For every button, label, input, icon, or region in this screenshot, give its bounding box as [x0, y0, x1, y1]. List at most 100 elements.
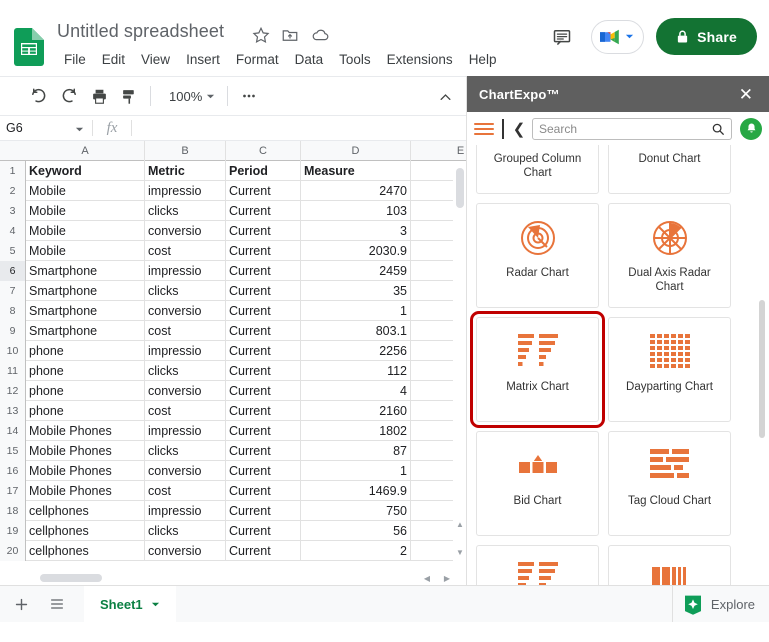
row-header-8[interactable]: 8 [0, 301, 26, 321]
grid-cell-D11[interactable]: 112 [301, 361, 411, 380]
row-header-12[interactable]: 12 [0, 381, 26, 401]
grid-cell-D16[interactable]: 1 [301, 461, 411, 480]
close-icon[interactable]: ✕ [735, 84, 757, 105]
more-options-button[interactable] [234, 82, 264, 110]
grid-cell-D17[interactable]: 1469.9 [301, 481, 411, 500]
grid-cell-D18[interactable]: 750 [301, 501, 411, 520]
google-meet-button[interactable] [591, 19, 645, 54]
grid-cell-B3[interactable]: clicks [145, 201, 226, 220]
grid-cell-D9[interactable]: 803.1 [301, 321, 411, 340]
menu-help[interactable]: Help [461, 50, 505, 69]
chart-card-dayparting-chart[interactable]: Dayparting Chart [608, 317, 731, 422]
scroll-up-arrow-icon[interactable]: ▲ [455, 519, 465, 529]
search-input[interactable] [539, 121, 711, 136]
grid-cell-B11[interactable]: clicks [145, 361, 226, 380]
chart-card-dual-axis-radar-chart[interactable]: Dual Axis Radar Chart [608, 203, 731, 308]
grid-cell-D8[interactable]: 1 [301, 301, 411, 320]
cloud-saved-icon[interactable] [311, 26, 330, 44]
column-header-d[interactable]: D [301, 141, 411, 161]
grid-cell-C11[interactable]: Current [226, 361, 301, 380]
row-header-18[interactable]: 18 [0, 501, 26, 521]
name-box[interactable]: G6 [0, 116, 92, 140]
grid-cell-A7[interactable]: Smartphone [26, 281, 145, 300]
grid-cell-B15[interactable]: clicks [145, 441, 226, 460]
grid-cell-A17[interactable]: Mobile Phones [26, 481, 145, 500]
redo-button[interactable] [54, 82, 84, 110]
grid-cell-A10[interactable]: phone [26, 341, 145, 360]
row-header-6[interactable]: 6 [0, 261, 26, 281]
row-header-3[interactable]: 3 [0, 201, 26, 221]
grid-cell-C3[interactable]: Current [226, 201, 301, 220]
row-header-17[interactable]: 17 [0, 481, 26, 501]
grid-cell-C2[interactable]: Current [226, 181, 301, 200]
grid-cell-A11[interactable]: phone [26, 361, 145, 380]
grid-horizontal-scrollbar[interactable]: ◀ ▶ [26, 571, 450, 585]
menu-edit[interactable]: Edit [94, 50, 133, 69]
grid-cell-D19[interactable]: 56 [301, 521, 411, 540]
row-header-1[interactable]: 1 [0, 161, 26, 181]
chart-card-tag-cloud-chart[interactable]: Tag Cloud Chart [608, 431, 731, 536]
search-box[interactable] [532, 117, 732, 140]
document-title[interactable]: Untitled spreadsheet [57, 21, 224, 42]
all-sheets-button[interactable] [42, 589, 72, 619]
grid-cell-B10[interactable]: impressio [145, 341, 226, 360]
grid-cell-A5[interactable]: Mobile [26, 241, 145, 260]
grid-cell-B18[interactable]: impressio [145, 501, 226, 520]
grid-cell-A8[interactable]: Smartphone [26, 301, 145, 320]
grid-cell-C8[interactable]: Current [226, 301, 301, 320]
grid-cell-B5[interactable]: cost [145, 241, 226, 260]
grid-cell-D7[interactable]: 35 [301, 281, 411, 300]
grid-cell-B16[interactable]: conversio [145, 461, 226, 480]
grid-cell-C15[interactable]: Current [226, 441, 301, 460]
grid-cell-B1[interactable]: Metric [145, 161, 226, 180]
scroll-left-arrow-icon[interactable]: ◀ [420, 572, 434, 584]
row-header-14[interactable]: 14 [0, 421, 26, 441]
scroll-down-arrow-icon[interactable]: ▼ [455, 547, 465, 557]
grid-cell-D10[interactable]: 2256 [301, 341, 411, 360]
chart-card-item-9[interactable] [608, 545, 731, 585]
explore-button[interactable]: Explore [671, 586, 769, 623]
grid-cell-A1[interactable]: Keyword [26, 161, 145, 180]
grid-cell-B9[interactable]: cost [145, 321, 226, 340]
menu-file[interactable]: File [56, 50, 94, 69]
zoom-selector[interactable]: 100% [163, 86, 221, 107]
chart-gallery[interactable]: Grouped Column Chart Donut Chart Radar C… [467, 145, 769, 585]
column-header-c[interactable]: C [226, 141, 301, 161]
collapse-toolbar-button[interactable] [432, 85, 458, 109]
grid-cell-C20[interactable]: Current [226, 541, 301, 560]
menu-view[interactable]: View [133, 50, 178, 69]
grid-cell-B17[interactable]: cost [145, 481, 226, 500]
grid-cell-B12[interactable]: conversio [145, 381, 226, 400]
grid-cell-D5[interactable]: 2030.9 [301, 241, 411, 260]
grid-cell-A14[interactable]: Mobile Phones [26, 421, 145, 440]
row-header-15[interactable]: 15 [0, 441, 26, 461]
search-icon[interactable] [711, 122, 725, 136]
grid-cell-C16[interactable]: Current [226, 461, 301, 480]
grid-cell-C5[interactable]: Current [226, 241, 301, 260]
grid-cell-B8[interactable]: conversio [145, 301, 226, 320]
grid-cell-A3[interactable]: Mobile [26, 201, 145, 220]
grid-cell-D3[interactable]: 103 [301, 201, 411, 220]
grid-cell-D6[interactable]: 2459 [301, 261, 411, 280]
star-icon[interactable] [252, 26, 270, 44]
grid-cell-A4[interactable]: Mobile [26, 221, 145, 240]
grid-cell-C13[interactable]: Current [226, 401, 301, 420]
move-to-folder-icon[interactable] [281, 26, 299, 44]
row-header-5[interactable]: 5 [0, 241, 26, 261]
grid-cell-C10[interactable]: Current [226, 341, 301, 360]
sheet-tab-sheet1[interactable]: Sheet1 [84, 585, 176, 623]
row-header-20[interactable]: 20 [0, 541, 26, 561]
grid-cell-B20[interactable]: conversio [145, 541, 226, 560]
grid-cell-B4[interactable]: conversio [145, 221, 226, 240]
grid-cell-C4[interactable]: Current [226, 221, 301, 240]
grid-cell-A2[interactable]: Mobile [26, 181, 145, 200]
chart-card-donut-chart[interactable]: Donut Chart [608, 145, 731, 194]
menu-extensions[interactable]: Extensions [379, 50, 461, 69]
grid-cell-D14[interactable]: 1802 [301, 421, 411, 440]
grid-cell-A15[interactable]: Mobile Phones [26, 441, 145, 460]
panel-scrollbar[interactable] [757, 145, 767, 581]
chart-card-matrix-chart[interactable]: Matrix Chart [470, 311, 605, 428]
grid-cell-B2[interactable]: impressio [145, 181, 226, 200]
chart-card-item-8[interactable] [476, 545, 599, 585]
grid-cell-B13[interactable]: cost [145, 401, 226, 420]
